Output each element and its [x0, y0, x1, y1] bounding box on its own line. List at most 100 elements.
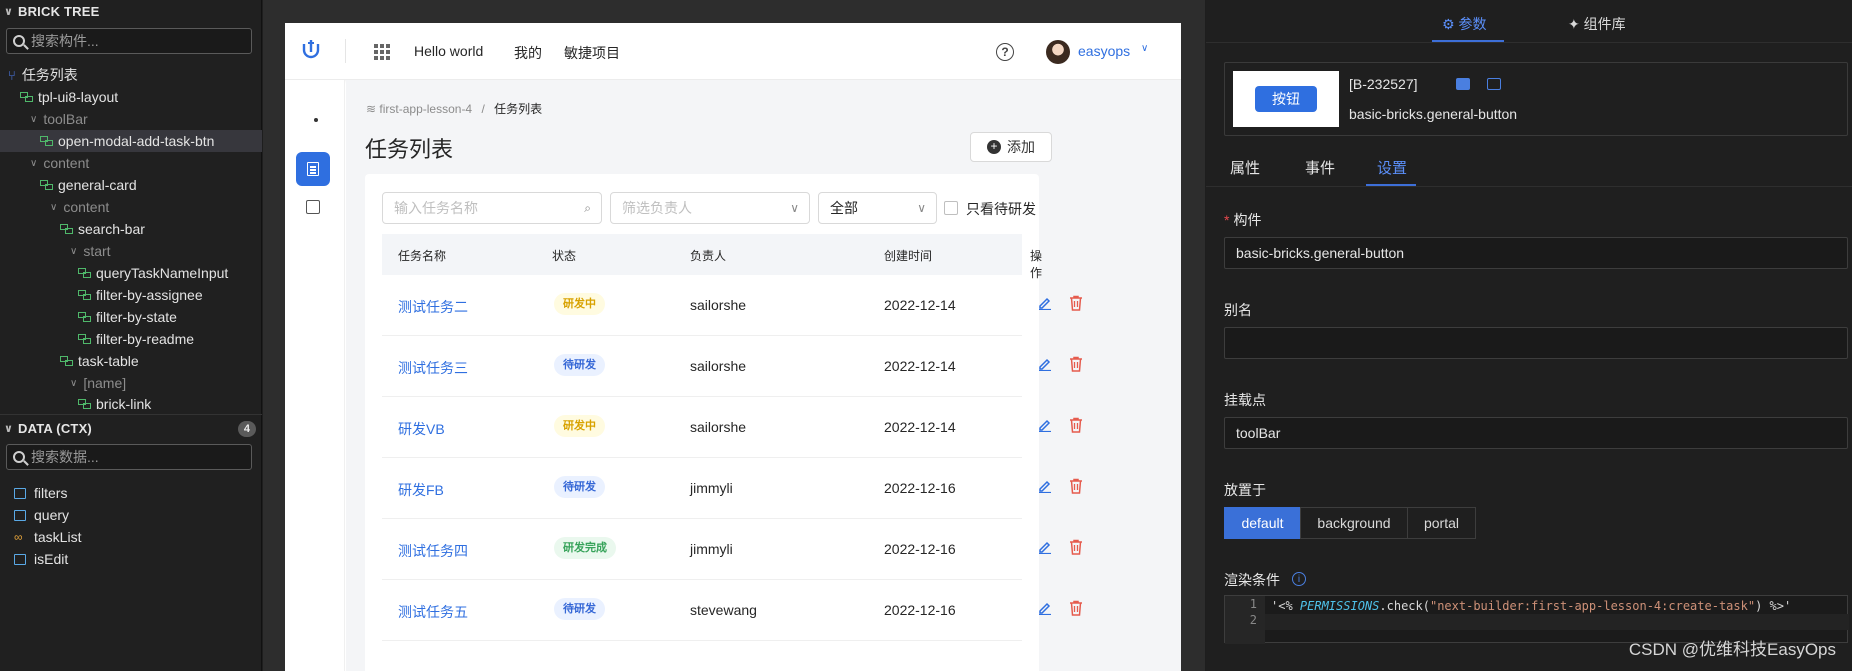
portal-option-background[interactable]: background: [1300, 507, 1408, 539]
delete-icon[interactable]: [1069, 600, 1083, 616]
nav-task-list-button[interactable]: [296, 152, 330, 186]
document-icon: [307, 162, 319, 176]
assignee-select[interactable]: 筛选负责人 ∨: [610, 192, 810, 224]
tab-events[interactable]: 事件: [1305, 157, 1335, 178]
ctx-item[interactable]: query: [0, 504, 262, 526]
state-select[interactable]: 全部 ∨: [818, 192, 937, 224]
delete-icon[interactable]: [1069, 478, 1083, 494]
tree-item[interactable]: filter-by-assignee: [0, 284, 262, 306]
tree-item[interactable]: filter-by-readme: [0, 328, 262, 350]
app-preview: Hello world 我的 敏捷项目 ? easyops ∨ ≋ first-…: [285, 23, 1181, 671]
tree-item-selected[interactable]: open-modal-add-task-btn: [0, 130, 262, 152]
brick-icon: [78, 399, 91, 409]
top-nav-bar: Hello world 我的 敏捷项目 ? easyops ∨: [285, 23, 1181, 80]
tree-item[interactable]: queryTaskNameInput: [0, 262, 262, 284]
delete-icon[interactable]: [1069, 356, 1083, 372]
tree-item-root[interactable]: ⑂ 任务列表: [0, 64, 262, 86]
brick-tree-header[interactable]: ∨ BRICK TREE: [0, 0, 262, 22]
readme-checkbox-label[interactable]: 只看待研发: [966, 199, 1036, 219]
brick-icon: [78, 290, 91, 300]
ctx-item[interactable]: filters: [0, 482, 262, 504]
divider: [0, 414, 262, 415]
edit-icon[interactable]: [1038, 296, 1052, 310]
tree-item[interactable]: general-card: [0, 174, 262, 196]
tree-slot[interactable]: ∨ toolBar: [0, 108, 262, 130]
data-ctx-header[interactable]: ∨ DATA (CTX) 4: [0, 416, 262, 440]
nav-hello-world[interactable]: Hello world: [414, 43, 483, 59]
page-title: 任务列表: [365, 137, 454, 162]
delete-icon[interactable]: [1069, 417, 1083, 433]
tab-params[interactable]: ⚙ 参数: [1442, 14, 1486, 34]
tree-item[interactable]: task-table: [0, 350, 262, 372]
add-task-button[interactable]: + 添加: [970, 132, 1052, 162]
gears-icon: ⚙: [1442, 16, 1455, 32]
tree-item[interactable]: brick-link: [0, 394, 262, 414]
help-icon[interactable]: ?: [996, 43, 1014, 61]
info-icon[interactable]: i: [1292, 572, 1306, 586]
avatar[interactable]: [1046, 40, 1070, 64]
task-name-input[interactable]: 输入任务名称 ⌕: [382, 192, 602, 224]
tree-item[interactable]: filter-by-state: [0, 306, 262, 328]
username[interactable]: easyops: [1078, 43, 1130, 59]
portal-option-portal[interactable]: portal: [1407, 507, 1476, 539]
alias-field[interactable]: [1224, 327, 1848, 359]
chevron-down-icon: ∨: [917, 201, 926, 215]
edit-icon[interactable]: [1038, 540, 1052, 554]
column-header: 操作: [1030, 249, 1043, 280]
brick-icon: [60, 224, 73, 234]
task-name-link[interactable]: 研发VB: [398, 419, 445, 439]
ctx-item[interactable]: isEdit: [0, 548, 262, 570]
tree-slot[interactable]: ∨ [name]: [0, 372, 262, 394]
tree-item[interactable]: tpl-ui8-layout: [0, 86, 262, 108]
task-name-link[interactable]: 测试任务四: [398, 541, 468, 561]
watermark: CSDN @优维科技EasyOps: [1628, 640, 1836, 659]
divider: [1206, 186, 1852, 187]
brick-search-input[interactable]: 搜索构件...: [6, 28, 252, 54]
edit-icon[interactable]: [1038, 418, 1052, 432]
tree-slot[interactable]: ∨ start: [0, 240, 262, 262]
delete-icon[interactable]: [1069, 295, 1083, 311]
nav-mine[interactable]: 我的: [514, 43, 542, 63]
chevron-down-icon: ∨: [70, 245, 78, 257]
tab-library[interactable]: ✦ 组件库: [1568, 14, 1626, 34]
task-name-link[interactable]: 测试任务五: [398, 602, 468, 622]
assignee-cell: sailorshe: [690, 297, 747, 313]
chevron-down-icon: ∨: [50, 201, 58, 213]
tree-slot[interactable]: ∨ content: [0, 196, 262, 218]
edit-icon[interactable]: [1038, 479, 1052, 493]
task-name-link[interactable]: 测试任务三: [398, 358, 468, 378]
readme-checkbox[interactable]: [944, 201, 958, 215]
list-settings-icon[interactable]: [1487, 78, 1501, 90]
tree-item[interactable]: search-bar: [0, 218, 262, 240]
created-cell: 2022-12-16: [884, 480, 956, 496]
field-label-mount: 挂载点: [1224, 392, 1266, 408]
task-name-link[interactable]: 研发FB: [398, 480, 444, 500]
brick-field[interactable]: basic-bricks.general-button: [1224, 237, 1848, 269]
tab-props[interactable]: 属性: [1230, 157, 1260, 178]
task-name-link[interactable]: 测试任务二: [398, 297, 468, 317]
brick-preview: 按钮 [B-232527] basic-bricks.general-butto…: [1224, 62, 1848, 136]
column-header: 任务名称: [398, 249, 447, 263]
app-grid-icon[interactable]: [374, 44, 390, 60]
chevron-down-icon[interactable]: ∨: [1141, 43, 1148, 54]
table-row: 测试任务三 待研发 sailorshe 2022-12-14: [382, 336, 1082, 397]
count-badge: 4: [238, 421, 256, 437]
code-line: '<% PERMISSIONS.check("next-builder:firs…: [1271, 599, 1792, 613]
edit-icon[interactable]: [1038, 601, 1052, 615]
line-gutter: 1 2: [1225, 596, 1265, 644]
brick-id: [B-232527]: [1349, 76, 1418, 92]
divider: [345, 39, 346, 63]
tree-slot[interactable]: ∨ content: [0, 152, 262, 174]
nav-agile[interactable]: 敏捷项目: [564, 43, 620, 63]
breadcrumb-parent[interactable]: first-app-lesson-4: [379, 102, 472, 116]
delete-icon[interactable]: [1069, 539, 1083, 555]
edit-icon[interactable]: [1038, 357, 1052, 371]
portal-option-default[interactable]: default: [1224, 507, 1301, 539]
chevron-down-icon: ∨: [790, 201, 799, 215]
ctx-item[interactable]: ∞ taskList: [0, 526, 262, 548]
puzzle-icon[interactable]: [306, 200, 320, 214]
data-search-input[interactable]: 搜索数据...: [6, 444, 252, 470]
tab-settings[interactable]: 设置: [1377, 157, 1407, 178]
save-icon[interactable]: [1456, 78, 1470, 90]
mount-point-field[interactable]: toolBar: [1224, 417, 1848, 449]
